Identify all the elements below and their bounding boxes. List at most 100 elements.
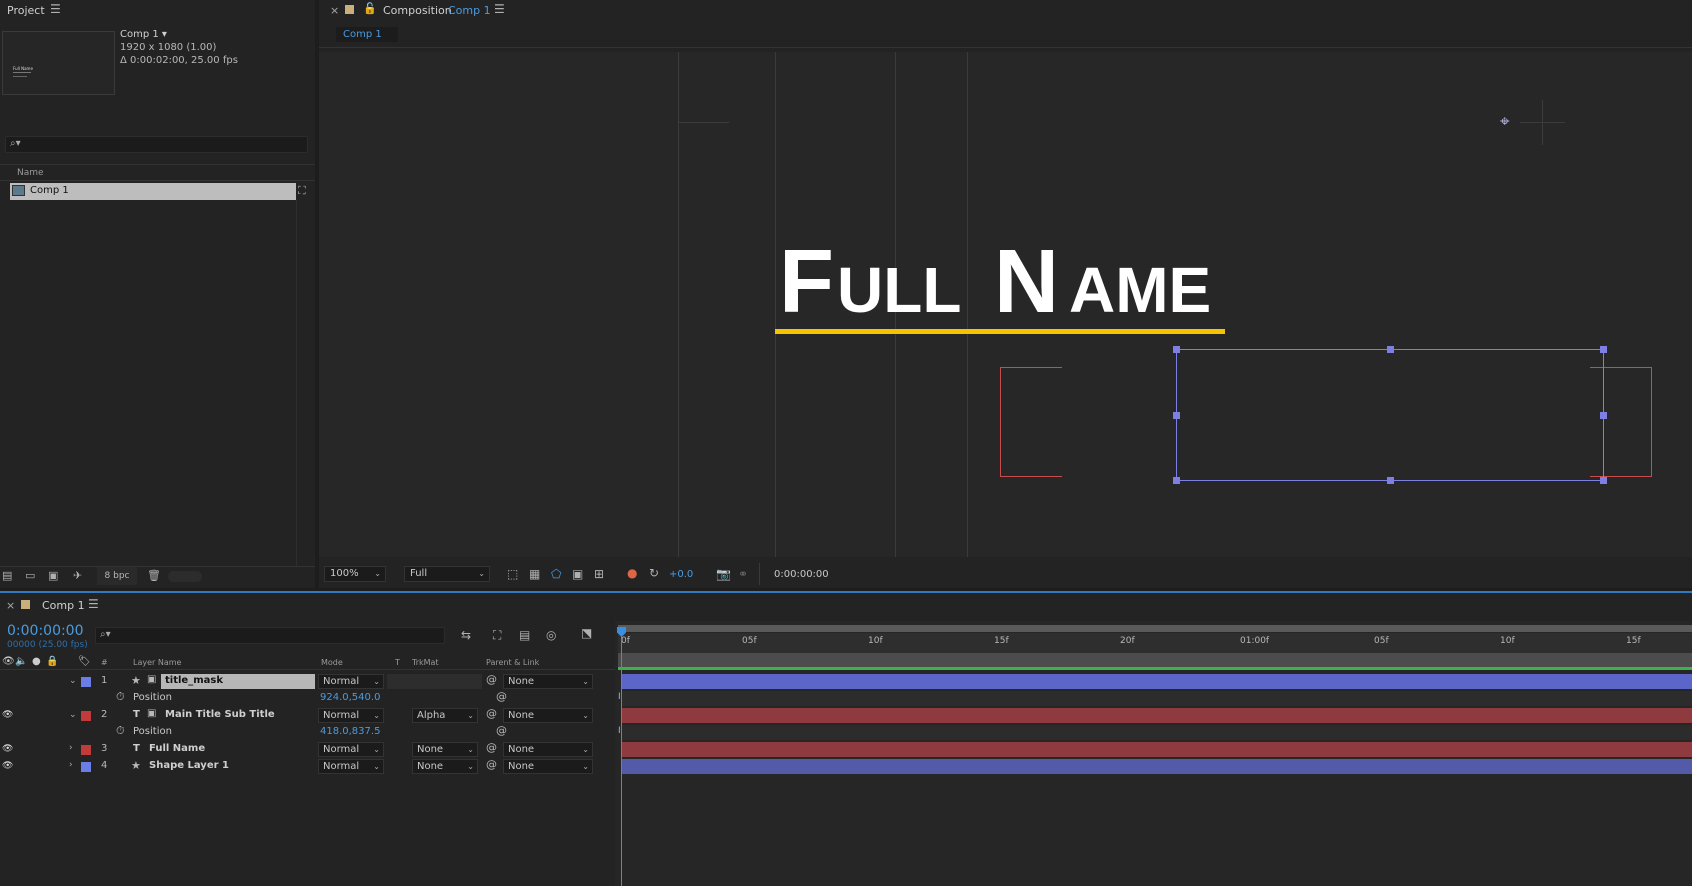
exposure-reset-icon[interactable]: ↻ xyxy=(649,566,659,580)
label-color-swatch[interactable] xyxy=(81,745,91,755)
eye-icon[interactable]: 👁 xyxy=(2,656,15,667)
trash-icon[interactable]: 🗑 xyxy=(147,569,161,582)
trkmat-dropdown[interactable]: None ⌄ xyxy=(412,759,478,774)
full-name-title[interactable]: F ULL N AME xyxy=(779,230,1229,332)
composition-flowchart-icon[interactable]: ⇆ xyxy=(461,628,471,642)
transform-handle[interactable] xyxy=(1173,477,1180,484)
eye-icon[interactable]: 👁 xyxy=(2,744,13,754)
number-header[interactable]: # xyxy=(101,658,108,667)
channel-icon[interactable]: ● xyxy=(627,566,637,580)
eye-icon[interactable]: 👁 xyxy=(2,761,13,771)
render-icon[interactable]: ✈ xyxy=(73,569,82,582)
interpret-footage-icon[interactable]: ▤ xyxy=(2,569,12,582)
composition-viewer[interactable]: ⌖ F ULL N AME xyxy=(319,52,1692,557)
project-search-input[interactable]: ⌕▾ xyxy=(5,136,308,153)
keyframe-marker-icon[interactable]: I xyxy=(618,726,621,736)
audio-icon[interactable]: 🔈 xyxy=(15,656,27,667)
flowchart-icon[interactable]: ⛶ xyxy=(298,184,306,198)
show-snapshot-icon[interactable]: ⚭ xyxy=(738,567,748,581)
parent-link-header[interactable]: Parent & Link xyxy=(486,658,539,667)
position-value[interactable]: 924.0,540.0 xyxy=(320,692,380,703)
solo-icon[interactable]: ● xyxy=(32,656,41,667)
chevron-right-icon[interactable]: › xyxy=(69,743,73,753)
title-underline[interactable] xyxy=(775,329,1225,334)
graph-editor-icon[interactable]: ⬔ xyxy=(581,626,592,640)
lock-icon[interactable]: 🔒 xyxy=(46,656,58,667)
label-tag-icon[interactable]: 🏷 xyxy=(78,656,91,667)
project-menu-icon[interactable]: ☰ xyxy=(50,2,61,16)
region-of-interest-icon[interactable]: ⬚ xyxy=(507,567,518,581)
t-header[interactable]: T xyxy=(395,658,400,667)
frame-blending-icon[interactable]: ▤ xyxy=(519,628,530,642)
layer-name[interactable]: Shape Layer 1 xyxy=(149,760,229,771)
exposure-value[interactable]: +0.0 xyxy=(669,569,693,580)
trkmat-dropdown[interactable]: None ⌄ xyxy=(412,742,478,757)
pick-whip-icon[interactable]: @ xyxy=(496,690,507,703)
current-time-display[interactable]: 0:00:00:00 xyxy=(774,569,829,580)
stopwatch-icon[interactable]: ⏱ xyxy=(116,724,125,738)
pick-whip-icon[interactable]: @ xyxy=(486,758,497,771)
timeline-search-input[interactable]: ⌕▾ xyxy=(95,627,445,644)
mode-dropdown[interactable]: Normal ⌄ xyxy=(318,759,384,774)
keyframe-marker-icon[interactable]: I xyxy=(618,692,621,702)
tab-comp1[interactable]: Comp 1 xyxy=(336,27,398,42)
mask-bracket-left[interactable] xyxy=(1000,367,1062,477)
parent-dropdown[interactable]: None ⌄ xyxy=(503,759,593,774)
chevron-right-icon[interactable]: › xyxy=(69,760,73,770)
transform-handle[interactable] xyxy=(1600,412,1607,419)
mask-visibility-icon[interactable]: ⬠ xyxy=(551,567,561,581)
pick-whip-icon[interactable]: @ xyxy=(486,707,497,720)
thumbnail-slider[interactable] xyxy=(168,571,202,582)
new-folder-icon[interactable]: ▭ xyxy=(25,569,35,582)
close-icon[interactable]: × xyxy=(6,599,15,612)
label-color-swatch[interactable] xyxy=(81,762,91,772)
trkmat-dropdown[interactable]: Alpha ⌄ xyxy=(412,708,478,723)
mode-header[interactable]: Mode xyxy=(321,658,343,667)
layer-4-track-bar[interactable] xyxy=(622,759,1692,774)
resolution-dropdown[interactable]: Full ⌄ xyxy=(404,566,490,582)
composition-link[interactable]: Comp 1 xyxy=(448,4,491,17)
work-area-bar[interactable] xyxy=(618,625,1692,632)
transform-handle[interactable] xyxy=(1387,346,1394,353)
mode-dropdown[interactable]: Normal ⌄ xyxy=(318,674,384,689)
lock-icon[interactable]: 🔓 xyxy=(363,2,377,15)
layer-2-track-bar[interactable] xyxy=(622,708,1692,723)
layer-name[interactable]: title_mask xyxy=(165,675,223,686)
transparency-grid-icon[interactable]: ▦ xyxy=(529,567,540,581)
pick-whip-icon[interactable]: @ xyxy=(496,724,507,737)
timeline-menu-icon[interactable]: ☰ xyxy=(88,597,99,611)
pick-whip-icon[interactable]: @ xyxy=(486,741,497,754)
transform-handle[interactable] xyxy=(1600,477,1607,484)
mode-dropdown[interactable]: Normal ⌄ xyxy=(318,742,384,757)
transform-handle[interactable] xyxy=(1173,412,1180,419)
close-icon[interactable]: × xyxy=(330,4,339,17)
chevron-down-icon[interactable]: ⌄ xyxy=(69,710,77,720)
transform-handle[interactable] xyxy=(1387,477,1394,484)
bit-depth-button[interactable]: 8 bpc xyxy=(97,567,137,585)
layer-row[interactable]: 👁 › 4 ★ Shape Layer 1 Normal ⌄ None ⌄ @ No… xyxy=(0,758,615,775)
anchor-point-icon[interactable]: ⌖ xyxy=(1500,112,1510,132)
layer-name[interactable]: Full Name xyxy=(149,743,205,754)
snapshot-icon[interactable]: 📷 xyxy=(716,567,731,581)
mode-dropdown[interactable]: Normal ⌄ xyxy=(318,708,384,723)
layer-1-track-bar[interactable] xyxy=(622,674,1692,689)
playhead-line[interactable] xyxy=(621,627,622,886)
new-comp-icon[interactable]: ▣ xyxy=(48,569,58,582)
layer-row[interactable]: ⌄ 1 ★ ▣ title_mask Normal ⌄ @ None ⌄ xyxy=(0,673,615,690)
parent-dropdown[interactable]: None ⌄ xyxy=(503,674,593,689)
name-column-header[interactable]: Name xyxy=(17,168,44,178)
chevron-down-icon[interactable]: ⌄ xyxy=(69,676,77,686)
project-item-comp1[interactable]: Comp 1 xyxy=(10,183,296,200)
layer-3-track-bar[interactable] xyxy=(622,742,1692,757)
label-color-swatch[interactable] xyxy=(81,711,91,721)
composition-menu-icon[interactable]: ☰ xyxy=(494,2,505,16)
layer-name[interactable]: Main Title Sub Title xyxy=(165,709,275,720)
grid-icon[interactable]: ⊞ xyxy=(594,567,604,581)
transform-handle[interactable] xyxy=(1600,346,1607,353)
time-ruler[interactable]: 0f 05f 10f 15f 20f 01:00f 05f 10f 15f xyxy=(618,633,1692,653)
pick-whip-icon[interactable]: @ xyxy=(486,673,497,686)
property-row[interactable]: ⏱ Position 418.0,837.5 @ xyxy=(0,724,615,741)
layer-selection-box[interactable] xyxy=(1173,346,1607,484)
parent-dropdown[interactable]: None ⌄ xyxy=(503,742,593,757)
layer-row[interactable]: 👁 ⌄ 2 T ▣ Main Title Sub Title Normal ⌄ A… xyxy=(0,707,615,724)
